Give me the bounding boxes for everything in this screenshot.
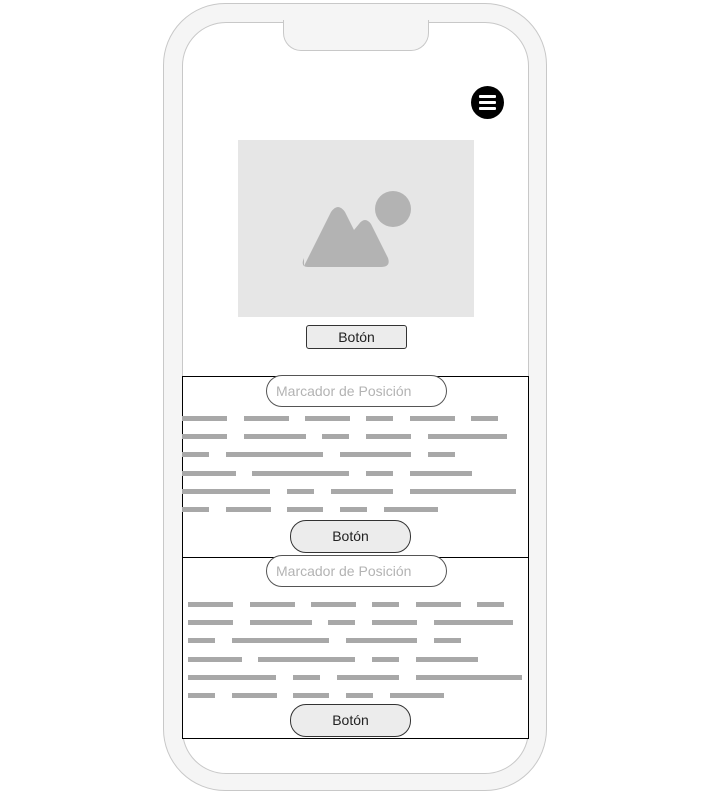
text-line (337, 675, 399, 680)
text-line (244, 416, 289, 421)
text-line (182, 434, 227, 439)
text-line (366, 416, 393, 421)
text-line (322, 434, 349, 439)
text-line (226, 507, 271, 512)
text-line (366, 434, 411, 439)
content-section-2: Botón (182, 555, 529, 739)
text-line (434, 638, 461, 643)
text-line (471, 416, 498, 421)
text-line (188, 638, 215, 643)
text-line (226, 452, 323, 457)
placeholder-input-1[interactable] (266, 375, 447, 407)
text-line (188, 602, 233, 607)
text-line (428, 452, 455, 457)
phone-notch (283, 20, 429, 51)
text-line (182, 471, 236, 476)
text-line (182, 416, 227, 421)
image-placeholder-icon (302, 191, 411, 267)
image-placeholder (238, 140, 474, 317)
text-line (346, 693, 373, 698)
text-line (293, 675, 320, 680)
section-1-button[interactable]: Botón (290, 520, 411, 553)
text-line (232, 693, 277, 698)
text-line (390, 693, 444, 698)
text-line (252, 471, 349, 476)
text-line (410, 471, 472, 476)
text-line (366, 471, 393, 476)
placeholder-input-2[interactable] (266, 555, 447, 587)
hero-button[interactable]: Botón (306, 325, 407, 349)
text-line (188, 675, 276, 680)
hamburger-menu-icon[interactable] (471, 86, 504, 119)
text-line (250, 602, 295, 607)
text-line (293, 693, 329, 698)
text-line (372, 620, 417, 625)
content-section-1: Botón (182, 375, 529, 558)
section-2-button[interactable]: Botón (290, 704, 411, 737)
text-line (372, 657, 399, 662)
text-line (182, 489, 270, 494)
text-line (250, 620, 312, 625)
text-line (232, 638, 329, 643)
text-line (287, 507, 323, 512)
text-line (188, 693, 215, 698)
text-line (188, 657, 242, 662)
text-line (372, 602, 399, 607)
text-line (410, 416, 455, 421)
text-line (346, 638, 417, 643)
text-line (287, 489, 314, 494)
text-line (331, 489, 393, 494)
text-line (188, 620, 233, 625)
text-line (182, 452, 209, 457)
text-line (258, 657, 355, 662)
text-line (340, 452, 411, 457)
text-line (428, 434, 507, 439)
text-line (416, 675, 522, 680)
text-line (328, 620, 355, 625)
text-line (416, 602, 461, 607)
text-line (311, 602, 356, 607)
text-line (477, 602, 504, 607)
text-line (384, 507, 438, 512)
text-line (244, 434, 306, 439)
text-line (182, 507, 209, 512)
text-line (416, 657, 478, 662)
text-line (340, 507, 367, 512)
text-line (305, 416, 350, 421)
text-line (434, 620, 513, 625)
text-line (410, 489, 516, 494)
